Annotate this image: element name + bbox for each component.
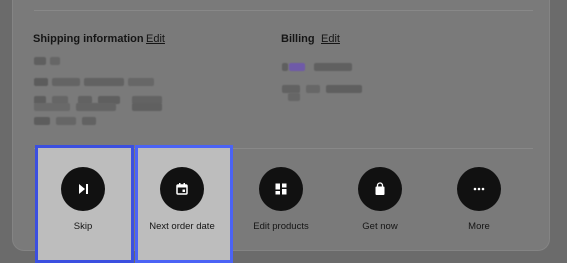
get-now-button[interactable]: Get now bbox=[332, 148, 428, 260]
next-order-date-button[interactable]: Next order date bbox=[134, 148, 230, 260]
edit-products-button[interactable]: Edit products bbox=[233, 148, 329, 260]
shipping-edit-link[interactable]: Edit bbox=[146, 33, 165, 45]
billing-edit-link[interactable]: Edit bbox=[321, 33, 340, 45]
action-bar: Skip Next order date Edit products Get n… bbox=[36, 148, 530, 260]
get-now-label: Get now bbox=[362, 221, 398, 232]
shopping-bag-icon bbox=[358, 167, 402, 211]
skip-next-icon bbox=[61, 167, 105, 211]
more-button[interactable]: More bbox=[431, 148, 527, 260]
billing-title: Billing bbox=[281, 33, 315, 45]
edit-products-label: Edit products bbox=[253, 221, 309, 232]
skip-button[interactable]: Skip bbox=[35, 148, 131, 260]
top-divider bbox=[34, 10, 533, 11]
shipping-title: Shipping information bbox=[33, 33, 144, 45]
next-order-date-label: Next order date bbox=[149, 221, 215, 232]
more-dots-icon bbox=[457, 167, 501, 211]
more-label: More bbox=[468, 221, 490, 232]
grid-icon bbox=[259, 167, 303, 211]
skip-label: Skip bbox=[73, 221, 93, 232]
calendar-icon bbox=[160, 167, 204, 211]
